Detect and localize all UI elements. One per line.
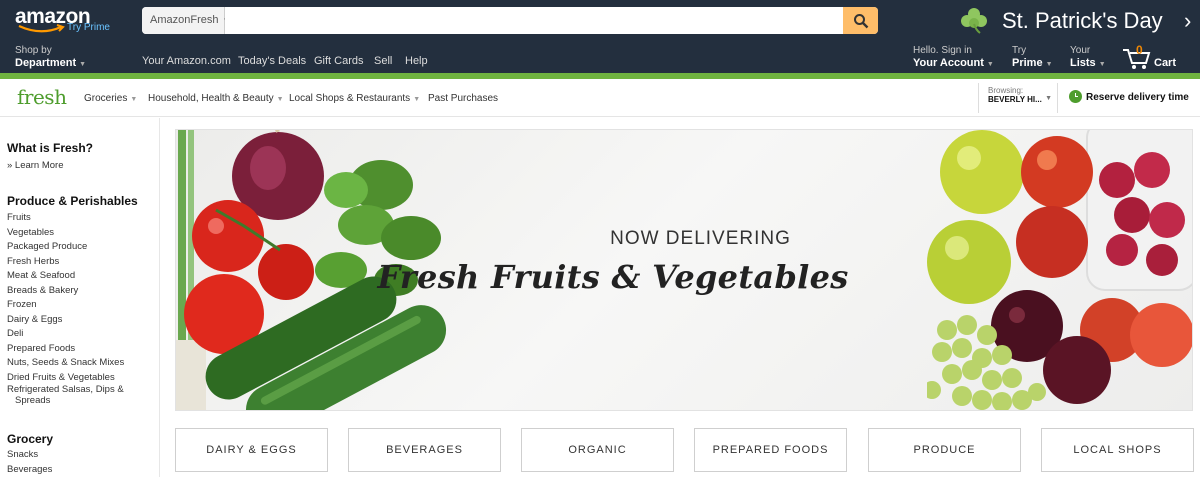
shop-by-department[interactable]: Shop by Department ▼ [15,45,86,72]
left-sidebar: What is Fresh? » Learn More Produce & Pe… [0,118,160,477]
cart-button[interactable]: 0 Cart [1122,43,1182,69]
subnav-groceries-label: Groceries [84,93,128,104]
reserve-delivery-button[interactable]: Reserve delivery time [1069,90,1189,104]
lists-big-label: Lists [1070,57,1096,69]
nav-link-sell[interactable]: Sell [374,55,392,67]
account-big-label: Your Account [913,57,984,69]
try-prime-link[interactable]: Try Prime [67,22,110,33]
refrig-line-2: Spreads [15,394,51,406]
prime-menu[interactable]: Try Prime ▼ [1012,45,1053,72]
category-tile-prepared-foods[interactable]: PREPARED FOODS [694,428,847,472]
browsing-location[interactable]: Browsing: BEVERLY HI... ▼ [978,83,1058,113]
caret-down-icon: ▼ [1045,61,1053,68]
produce-heading: Produce & Perishables [7,194,138,208]
caret-down-icon: ▼ [986,61,994,68]
category-tile-local-shops[interactable]: LOCAL SHOPS [1041,428,1194,472]
search-icon [853,13,868,28]
account-small-label: Hello. Sign in [913,45,972,56]
subnav-household-label: Household, Health & Beauty [148,93,274,104]
subnav-past-purchases[interactable]: Past Purchases [428,93,498,104]
learn-more-link[interactable]: » Learn More [7,160,64,171]
subnav-local-shops[interactable]: Local Shops & Restaurants ▼ [289,93,420,104]
what-is-fresh-heading: What is Fresh? [7,141,94,155]
category-tile-organic[interactable]: ORGANIC [521,428,674,472]
caret-down-icon: ▼ [79,61,87,68]
sidebar-item-snacks[interactable]: Snacks [7,448,52,463]
sidebar-item-prepared-foods[interactable]: Prepared Foods [7,342,124,357]
fresh-logo[interactable]: fresh [17,85,67,109]
shamrock-icon [961,8,987,34]
hero-banner[interactable]: NOW DELIVERING Fresh Fruits & Vegetables [175,129,1193,411]
caret-down-icon: ▼ [1045,95,1052,102]
sidebar-item-fruits[interactable]: Fruits [7,211,124,226]
search-input[interactable] [225,7,843,34]
subnav-household[interactable]: Household, Health & Beauty ▼ [148,93,284,104]
sidebar-item-vegetables[interactable]: Vegetables [7,226,124,241]
dept-big-label: Department [15,57,77,69]
smile-icon [18,24,65,33]
grocery-heading: Grocery [7,432,54,446]
subnav-local-shops-label: Local Shops & Restaurants [289,93,411,104]
search-bar: AmazonFresh▼ [142,7,878,34]
sidebar-item-dried-fruits[interactable]: Dried Fruits & Vegetables [7,371,124,386]
category-tile-beverages[interactable]: BEVERAGES [348,428,501,472]
sidebar-item-fresh-herbs[interactable]: Fresh Herbs [7,255,124,270]
cart-label: Cart [1154,57,1177,69]
sidebar-item-breads-bakery[interactable]: Breads & Bakery [7,284,124,299]
reserve-delivery-label: Reserve delivery time [1086,92,1189,104]
top-nav: amazon Try Prime AmazonFresh▼ St. Patric… [0,0,1200,40]
sidebar-item-packaged-produce[interactable]: Packaged Produce [7,240,124,255]
fresh-subnav: fresh Groceries ▼ Household, Health & Bea… [0,79,1200,117]
produce-list: Fruits Vegetables Packaged Produce Fresh… [7,211,124,409]
nav-link-todays-deals[interactable]: Today's Deals [238,55,306,67]
nav-link-your-amazon[interactable]: Your Amazon.com [142,55,231,67]
caret-down-icon: ▼ [1098,61,1106,68]
cart-count: 0 [1136,43,1143,57]
sidebar-item-beverages[interactable]: Beverages [7,463,52,477]
amazon-logo[interactable]: amazon Try Prime [15,5,115,35]
nav-link-gift-cards[interactable]: Gift Cards [314,55,364,67]
refrig-line-1: Refrigerated Salsas, Dips & [7,384,124,395]
search-scope-label: AmazonFresh [150,14,219,26]
account-menu[interactable]: Hello. Sign in Your Account ▼ [913,45,994,72]
subnav-groceries[interactable]: Groceries ▼ [84,93,137,104]
st-patricks-promo[interactable]: St. Patrick's Day › [958,5,1198,35]
category-tile-dairy-eggs[interactable]: DAIRY & EGGS [175,428,328,472]
sidebar-item-frozen[interactable]: Frozen [7,298,124,313]
browsing-label: Browsing: [988,86,1024,95]
search-scope-dropdown[interactable]: AmazonFresh▼ [142,7,230,34]
caret-down-icon: ▼ [413,96,421,103]
clock-icon [1069,90,1082,103]
sidebar-item-nuts-seeds[interactable]: Nuts, Seeds & Snack Mixes [7,356,124,371]
caret-down-icon: ▼ [276,96,284,103]
sidebar-item-dairy-eggs[interactable]: Dairy & Eggs [7,313,124,328]
prime-big-label: Prime [1012,57,1043,69]
lists-menu[interactable]: Your Lists ▼ [1070,45,1106,72]
chevron-right-icon: › [1184,8,1192,33]
caret-down-icon: ▼ [130,96,138,103]
grocery-list: Snacks Beverages [7,448,52,477]
hero-kicker: NOW DELIVERING [610,228,791,249]
dept-small-label: Shop by [15,45,52,56]
lists-small-label: Your [1070,45,1091,56]
belt-nav: Shop by Department ▼ Your Amazon.com Toda… [0,40,1200,73]
prime-small-label: Try [1012,45,1027,56]
sidebar-item-deli[interactable]: Deli [7,327,124,342]
category-tile-produce[interactable]: PRODUCE [868,428,1021,472]
nav-link-help[interactable]: Help [405,55,428,67]
hero-title: Fresh Fruits & Vegetables [377,258,849,296]
search-button[interactable] [843,7,878,34]
sidebar-item-refrigerated-salsas[interactable]: Refrigerated Salsas, Dips & Spreads [7,384,124,409]
sidebar-item-meat-seafood[interactable]: Meat & Seafood [7,269,124,284]
promo-text: St. Patrick's Day [1002,8,1163,33]
